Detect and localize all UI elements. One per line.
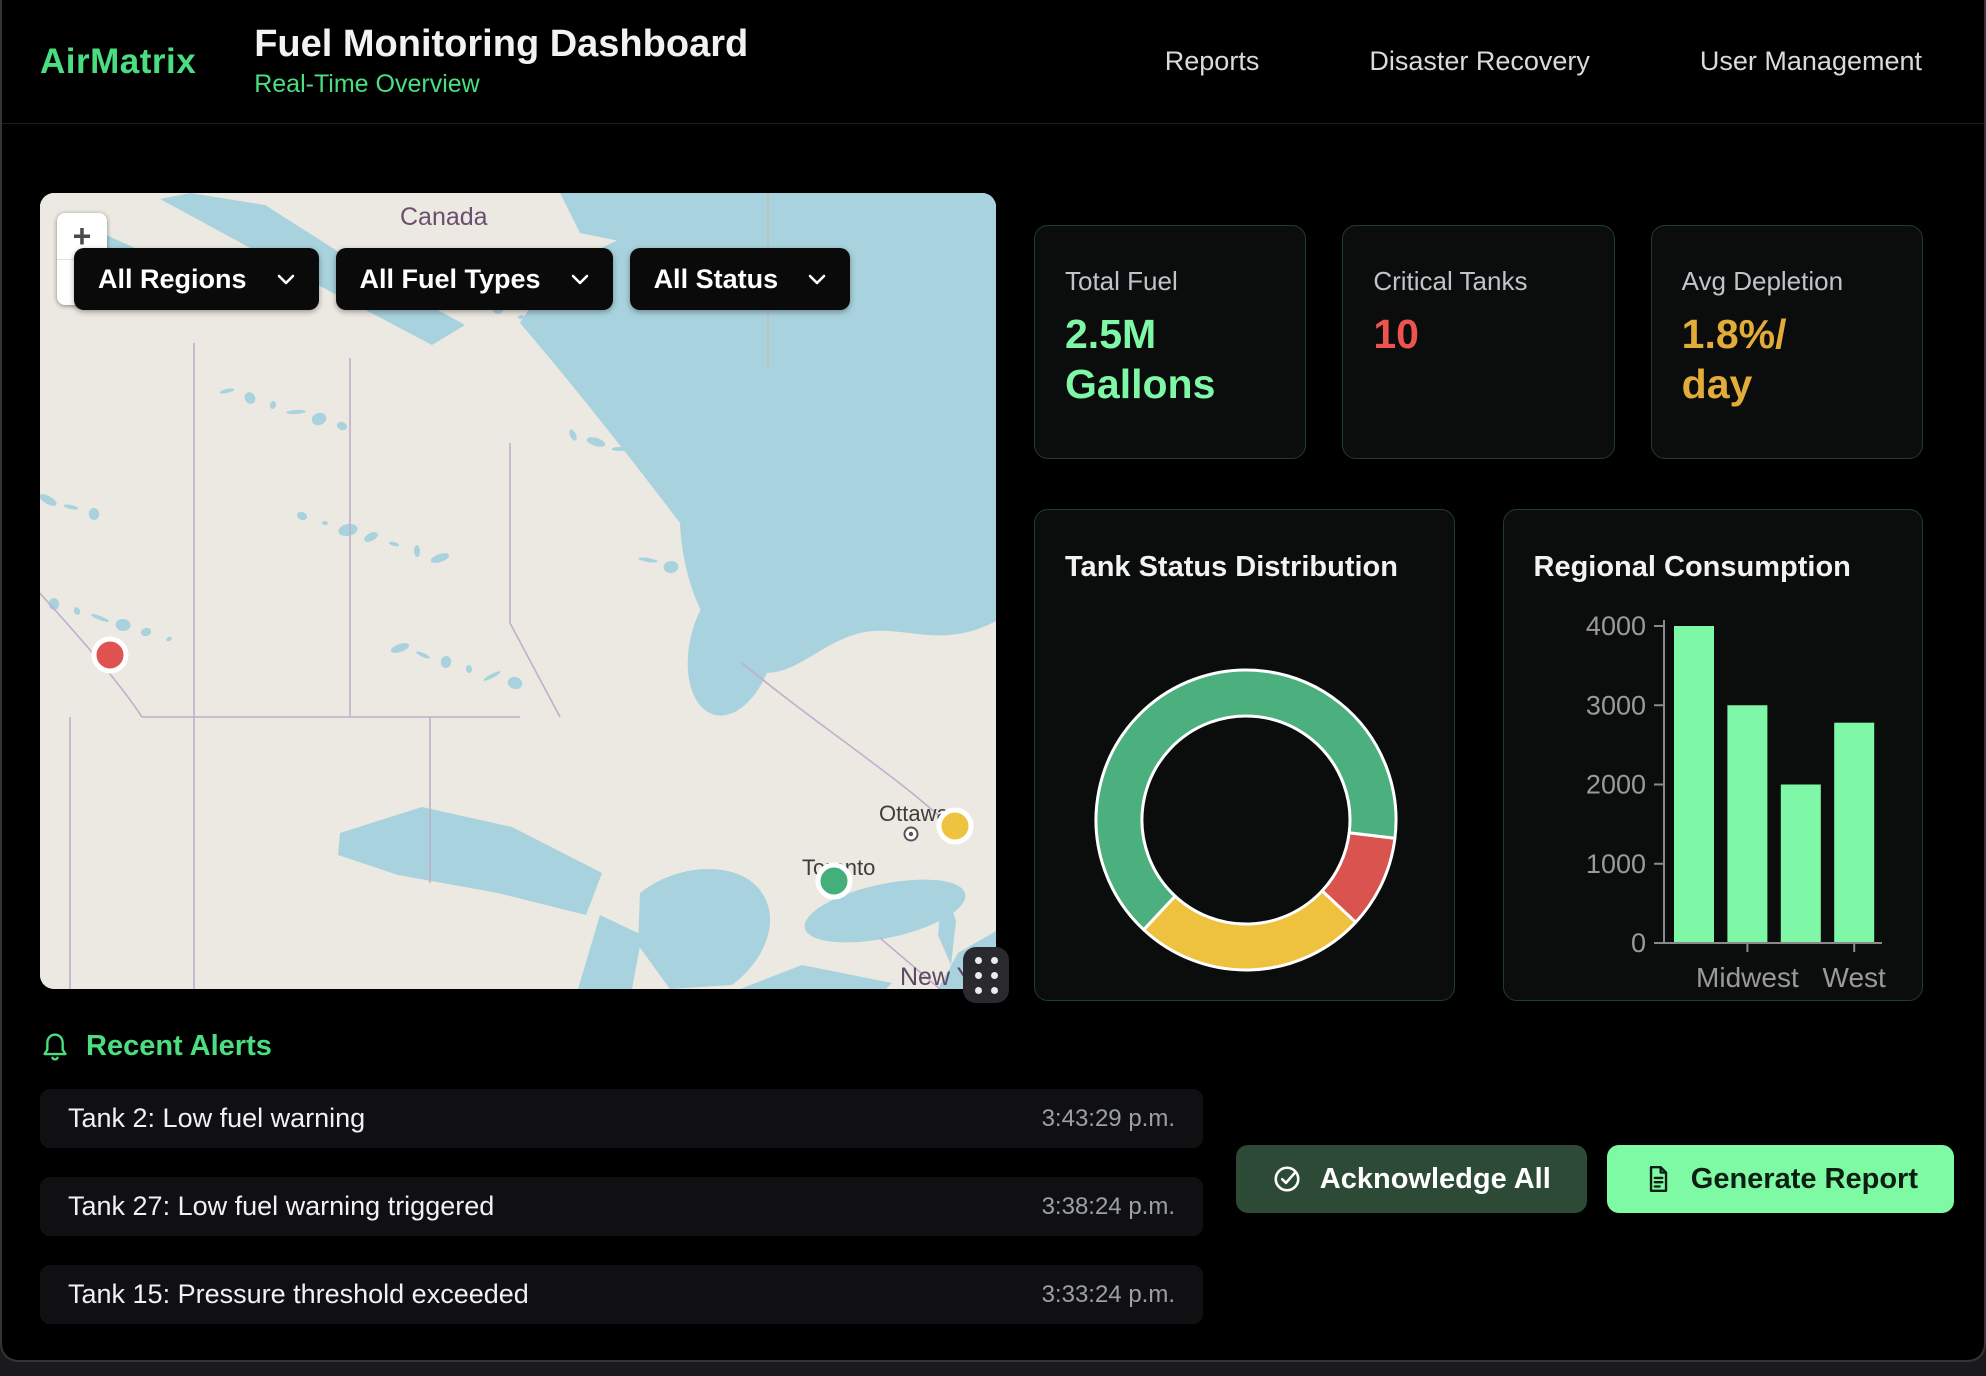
chevron-down-icon (277, 274, 295, 285)
chevron-down-icon (571, 274, 589, 285)
svg-text:4000: 4000 (1585, 611, 1645, 641)
regional-consumption-card: Regional Consumption 01000200030004000Mi… (1503, 509, 1924, 1001)
svg-text:0: 0 (1630, 928, 1645, 958)
map-filter-bar: All Regions All Fuel Types All Status (74, 248, 850, 310)
tank-status-donut-chart (1076, 650, 1416, 990)
stat-label: Total Fuel (1065, 266, 1275, 297)
map-label-canada: Canada (400, 203, 488, 231)
title-block: Fuel Monitoring Dashboard Real-Time Over… (254, 24, 748, 99)
stats-row: Total Fuel 2.5MGallons Critical Tanks 10… (1034, 225, 1923, 459)
stat-label: Avg Depletion (1682, 266, 1892, 297)
status-filter-dropdown[interactable]: All Status (630, 248, 851, 310)
svg-text:Midwest: Midwest (1696, 962, 1799, 993)
map-panel: Canada Ottawa Toronto New York + (40, 193, 996, 989)
acknowledge-all-button[interactable]: Acknowledge All (1236, 1145, 1587, 1213)
recent-alerts-section: Recent Alerts Tank 2: Low fuel warning 3… (40, 1030, 1954, 1324)
generate-report-button[interactable]: Generate Report (1607, 1145, 1954, 1213)
stat-card-avg-depletion: Avg Depletion 1.8%/day (1651, 225, 1923, 459)
nav-item-reports[interactable]: Reports (1165, 46, 1260, 77)
regional-consumption-bar-chart: 0 1000 2000 3000 4000 Midwest West (1504, 510, 1925, 1002)
header: AirMatrix Fuel Monitoring Dashboard Real… (2, 0, 1984, 124)
tank-marker-warning[interactable] (939, 810, 971, 842)
alerts-heading: Recent Alerts (40, 1030, 1954, 1063)
alert-message: Tank 2: Low fuel warning (68, 1103, 365, 1134)
fuel-type-filter-dropdown[interactable]: All Fuel Types (336, 248, 613, 310)
stat-card-total-fuel: Total Fuel 2.5MGallons (1034, 225, 1306, 459)
stat-value: 2.5MGallons (1065, 309, 1275, 409)
main-nav: Reports Disaster Recovery User Managemen… (1165, 46, 1940, 77)
region-filter-value: All Regions (98, 264, 247, 295)
fuel-type-filter-value: All Fuel Types (360, 264, 541, 295)
document-icon (1643, 1164, 1673, 1194)
stat-value: 10 (1373, 309, 1583, 359)
map-canvas[interactable]: Canada Ottawa Toronto New York (40, 193, 996, 989)
chevron-down-icon (808, 274, 826, 285)
page-title: Fuel Monitoring Dashboard (254, 24, 748, 66)
svg-text:West: West (1822, 962, 1885, 993)
check-circle-icon (1272, 1164, 1302, 1194)
chart-title: Tank Status Distribution (1065, 551, 1398, 584)
right-column: Total Fuel 2.5MGallons Critical Tanks 10… (1034, 193, 1923, 1001)
map-svg: Canada Ottawa Toronto New York (40, 193, 996, 989)
alert-actions: Acknowledge All Generate Report (1236, 1145, 1954, 1213)
alert-message: Tank 15: Pressure threshold exceeded (68, 1279, 529, 1310)
alert-time: 3:33:24 p.m. (1042, 1281, 1175, 1309)
app-window: AirMatrix Fuel Monitoring Dashboard Real… (0, 0, 1986, 1362)
alert-message: Tank 27: Low fuel warning triggered (68, 1191, 494, 1222)
alert-time: 3:43:29 p.m. (1042, 1105, 1175, 1133)
alert-row[interactable]: Tank 27: Low fuel warning triggered 3:38… (40, 1177, 1203, 1236)
bell-icon (40, 1031, 70, 1063)
brand-logo: AirMatrix (40, 42, 196, 82)
alert-row[interactable]: Tank 2: Low fuel warning 3:43:29 p.m. (40, 1089, 1203, 1148)
tank-status-card: Tank Status Distribution (1034, 509, 1455, 1001)
ottawa-city-icon (905, 828, 918, 841)
stat-card-critical-tanks: Critical Tanks 10 (1342, 225, 1614, 459)
alert-list: Tank 2: Low fuel warning 3:43:29 p.m. Ta… (40, 1089, 1203, 1324)
tank-marker-critical[interactable] (94, 639, 126, 671)
alerts-body: Tank 2: Low fuel warning 3:43:29 p.m. Ta… (40, 1089, 1954, 1324)
page-subtitle: Real-Time Overview (254, 70, 748, 99)
svg-text:3000: 3000 (1585, 690, 1645, 720)
map-resize-grip[interactable] (963, 947, 1009, 1003)
svg-text:1000: 1000 (1585, 849, 1645, 879)
alerts-heading-label: Recent Alerts (86, 1030, 272, 1063)
tank-marker-normal[interactable] (818, 865, 850, 897)
alert-time: 3:38:24 p.m. (1042, 1193, 1175, 1221)
stat-value: 1.8%/day (1682, 309, 1892, 409)
svg-text:2000: 2000 (1585, 770, 1645, 800)
nav-item-disaster-recovery[interactable]: Disaster Recovery (1369, 46, 1590, 77)
alert-row[interactable]: Tank 15: Pressure threshold exceeded 3:3… (40, 1265, 1203, 1324)
nav-item-user-management[interactable]: User Management (1700, 46, 1922, 77)
stat-label: Critical Tanks (1373, 266, 1583, 297)
region-filter-dropdown[interactable]: All Regions (74, 248, 319, 310)
main-content: Canada Ottawa Toronto New York + (2, 193, 1984, 1001)
status-filter-value: All Status (654, 264, 779, 295)
charts-row: Tank Status Distribution Regional Consum… (1034, 509, 1923, 1001)
